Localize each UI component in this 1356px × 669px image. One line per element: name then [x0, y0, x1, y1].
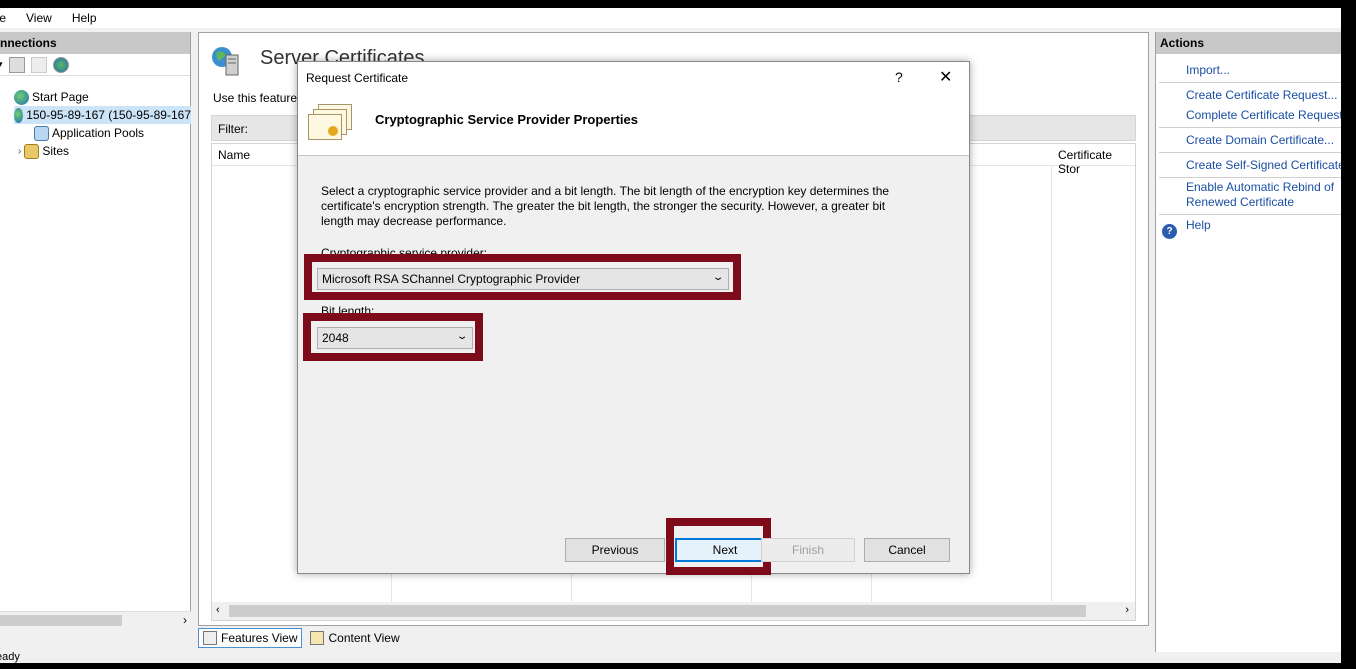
cancel-button[interactable]: Cancel — [864, 538, 950, 562]
menu-view[interactable]: View — [16, 11, 62, 25]
filter-label: Filter: — [218, 122, 248, 136]
scroll-right-icon[interactable]: › — [183, 613, 187, 627]
connections-scrollbar[interactable]: › — [0, 611, 191, 628]
up-folder-icon[interactable] — [30, 56, 47, 73]
dialog-heading: Cryptographic Service Provider Propertie… — [375, 112, 638, 127]
screen-border-right — [1341, 0, 1356, 669]
scroll-left-icon[interactable]: ‹ — [216, 604, 220, 616]
connections-toolbar: ▾ — [0, 54, 190, 76]
server-certificates-icon — [212, 47, 239, 76]
server-icon — [14, 107, 24, 123]
tree-item-server[interactable]: 150-95-89-167 (150-95-89-167 — [14, 106, 191, 124]
tree-item-sites[interactable]: › Sites — [18, 142, 69, 160]
action-create-self-signed-certificate[interactable]: Create Self-Signed Certificate — [1186, 158, 1341, 172]
feature-description: Use this feature t — [213, 91, 304, 105]
tab-label: Features View — [221, 631, 298, 645]
grid-horizontal-scrollbar[interactable]: ‹ › — [212, 602, 1135, 620]
connect-icon[interactable] — [52, 56, 69, 73]
menu-file[interactable]: ile — [0, 11, 16, 25]
application-pools-icon — [34, 125, 49, 141]
bitlength-value: 2048 — [322, 331, 349, 345]
tab-label: Content View — [328, 631, 400, 645]
chevron-down-icon: ⌄ — [455, 331, 469, 342]
status-text: eady — [0, 651, 20, 663]
separator — [1159, 177, 1341, 178]
separator — [1159, 152, 1341, 153]
column-divider — [1051, 166, 1052, 602]
tree-item-label: Sites — [42, 144, 70, 158]
previous-button[interactable]: Previous — [565, 538, 665, 562]
tree-item-start-page[interactable]: Start Page — [14, 88, 89, 106]
action-create-domain-certificate[interactable]: Create Domain Certificate... — [1186, 133, 1334, 147]
provider-value: Microsoft RSA SChannel Cryptographic Pro… — [322, 272, 581, 286]
actions-header: Actions — [1156, 32, 1341, 54]
bitlength-select[interactable]: 2048 ⌄ — [317, 327, 473, 349]
separator — [1159, 214, 1341, 215]
tree-item-application-pools[interactable]: Application Pools — [34, 124, 144, 142]
dialog-header: Cryptographic Service Provider Propertie… — [298, 92, 969, 156]
features-view-icon — [203, 631, 217, 645]
menu-help[interactable]: Help — [62, 11, 107, 25]
iis-manager-window: ile View Help nnections ▾ Start Page 150… — [0, 8, 1341, 663]
action-help[interactable]: Help — [1186, 218, 1211, 232]
action-create-certificate-request[interactable]: Create Certificate Request... — [1186, 88, 1337, 102]
separator — [1159, 127, 1341, 128]
chevron-down-icon: ⌄ — [711, 272, 725, 283]
certificate-icon — [308, 104, 354, 144]
save-icon[interactable] — [8, 56, 25, 73]
action-enable-automatic-rebind[interactable]: Enable Automatic Rebind of — [1186, 180, 1334, 194]
tree-item-label: Start Page — [32, 90, 89, 104]
sites-icon — [24, 143, 40, 159]
tree-item-label: 150-95-89-167 (150-95-89-167 — [26, 108, 191, 122]
dropdown-arrow-icon[interactable]: ▾ — [0, 59, 3, 70]
connections-pane: nnections ▾ Start Page 150-95-89-167 (15… — [0, 32, 191, 628]
help-button[interactable]: ? — [895, 69, 903, 85]
request-certificate-dialog: Request Certificate ? ✕ Cryptographic Se… — [297, 61, 970, 575]
scrollbar-thumb[interactable] — [229, 605, 1086, 617]
dialog-title-bar: Request Certificate ? ✕ — [298, 62, 969, 92]
close-icon[interactable]: ✕ — [939, 67, 952, 87]
start-page-icon — [14, 89, 29, 105]
scroll-right-icon[interactable]: › — [1125, 604, 1129, 616]
next-button[interactable]: Next — [675, 538, 775, 562]
action-enable-automatic-rebind-line2[interactable]: Renewed Certificate — [1186, 195, 1294, 209]
content-view-icon — [310, 631, 325, 645]
action-import[interactable]: Import... — [1186, 63, 1230, 77]
provider-select[interactable]: Microsoft RSA SChannel Cryptographic Pro… — [317, 268, 729, 290]
actions-pane: Actions Import... Create Certificate Req… — [1155, 32, 1341, 652]
column-header-name[interactable]: Name — [218, 148, 250, 162]
tree-item-label: Application Pools — [52, 126, 145, 140]
tab-features-view[interactable]: Features View — [198, 628, 303, 648]
help-icon[interactable]: ? — [1162, 224, 1177, 239]
expand-chevron-icon[interactable]: › — [18, 146, 21, 157]
view-tabs: Features View Content View — [198, 628, 404, 650]
menu-bar: ile View Help — [0, 8, 1341, 28]
status-bar: eady — [0, 651, 1341, 663]
dialog-title: Request Certificate — [306, 71, 409, 85]
connections-header: nnections — [0, 32, 190, 54]
column-header-certificate-store[interactable]: Certificate Stor — [1058, 148, 1135, 176]
action-complete-certificate-request[interactable]: Complete Certificate Request — [1186, 108, 1341, 122]
tab-content-view[interactable]: Content View — [306, 628, 403, 648]
scrollbar-thumb[interactable] — [0, 615, 122, 626]
finish-button: Finish — [761, 538, 855, 562]
screen-border-top — [0, 0, 1356, 8]
separator — [1159, 82, 1341, 83]
dialog-description: Select a cryptographic service provider … — [321, 184, 890, 228]
